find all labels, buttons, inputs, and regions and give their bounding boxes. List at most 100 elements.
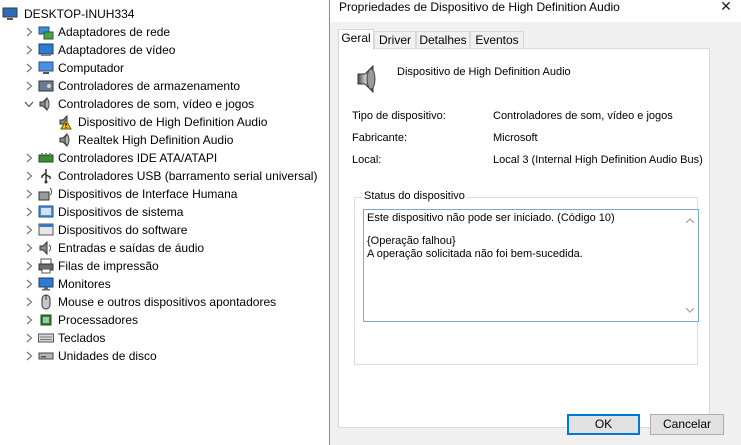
device-tree: DESKTOP-INUH334 Adaptadores de rede Adapt… [0,0,330,445]
tree-item-label: Controladores USB (barramento serial uni… [58,169,318,183]
warning-speaker-icon [58,114,74,130]
tree-item-label: Unidades de disco [58,349,157,363]
status-line: A operação solicitada não foi bem-sucedi… [367,248,583,260]
device-status-label: Status do dispositivo [362,190,467,202]
close-button[interactable]: ✕ [710,0,741,16]
tree-item[interactable]: Processadores [22,311,138,329]
chevron-right-icon[interactable] [22,257,36,275]
dialog-title: Propriedades de Dispositivo de High Defi… [339,0,620,14]
chevron-right-icon[interactable] [22,239,36,257]
tree-item-label: Dispositivos de Interface Humana [58,187,238,201]
tree-item[interactable]: Teclados [22,329,105,347]
manufacturer-label: Fabricante: [352,132,408,144]
dialog-titlebar[interactable]: Propriedades de Dispositivo de High Defi… [330,0,741,22]
status-line: Este dispositivo não pode ser iniciado. … [367,212,615,224]
tree-item[interactable]: Controladores USB (barramento serial uni… [22,167,317,185]
processor-icon [38,312,54,328]
chevron-right-icon[interactable] [22,311,36,329]
tree-item-label: Entradas e saídas de áudio [58,241,205,255]
close-icon: ✕ [720,0,732,14]
chevron-right-icon[interactable] [22,293,36,311]
tree-item-label: Teclados [58,331,106,345]
computer-icon [38,60,54,76]
chevron-down-icon[interactable] [22,95,36,113]
chevron-right-icon[interactable] [22,329,36,347]
chevron-right-icon[interactable] [22,185,36,203]
tree-item-label: Mouse e outros dispositivos apontadores [58,295,277,309]
keyboard-icon [38,330,54,346]
tree-item-label: Adaptadores de vídeo [58,43,176,57]
tree-item[interactable]: Computador [22,59,124,77]
display-adapter-icon [38,42,54,58]
tree-item[interactable]: Entradas e saídas de áudio [22,239,204,257]
device-status-textbox[interactable]: Este dispositivo não pode ser iniciado. … [363,209,699,322]
tree-item[interactable]: Filas de impressão [22,257,159,275]
tree-item[interactable]: Adaptadores de rede [22,23,170,41]
tab-driver[interactable]: Driver [374,31,416,49]
scroll-up-icon[interactable] [685,214,695,227]
tree-item-label: Controladores de som, vídeo e jogos [58,97,255,111]
device-name: Dispositivo de High Definition Audio [397,66,571,78]
chevron-right-icon[interactable] [22,149,36,167]
tree-item-label: Monitores [58,277,111,291]
usb-icon [38,168,54,184]
tree-item-label: Adaptadores de rede [58,25,171,39]
location-label: Local: [352,154,382,166]
tree-item[interactable]: Mouse e outros dispositivos apontadores [22,293,276,311]
chevron-right-icon[interactable] [22,59,36,77]
disk-drive-icon [38,348,54,364]
network-adapter-icon [38,24,54,40]
chevron-right-icon[interactable] [22,347,36,365]
tree-root-label: DESKTOP-INUH334 [24,7,135,21]
tree-item[interactable]: Dispositivos de Interface Humana [22,185,237,203]
status-scrollbar[interactable] [682,210,698,321]
monitor-icon [38,276,54,292]
device-type-value: Controladores de som, vídeo e jogos [493,110,673,122]
tree-item[interactable]: Controladores IDE ATA/ATAPI [22,149,217,167]
tree-item[interactable]: Unidades de disco [22,347,157,365]
tree-item-label: Computador [58,61,125,75]
tree-item-label: Processadores [58,313,139,327]
scroll-down-icon[interactable] [685,304,695,317]
hid-icon [38,186,54,202]
speaker-icon [355,63,383,95]
chevron-right-icon[interactable] [22,221,36,239]
tab-eventos[interactable]: Eventos [470,31,524,49]
tree-item[interactable]: Controladores de armazenamento [22,77,240,95]
storage-controller-icon [38,78,54,94]
mouse-icon [38,294,54,310]
chevron-right-icon[interactable] [22,23,36,41]
chevron-right-icon[interactable] [22,275,36,293]
software-device-icon [38,222,54,238]
device-type-label: Tipo de dispositivo: [352,110,446,122]
tree-item[interactable]: Adaptadores de vídeo [22,41,175,59]
general-tab-panel: Dispositivo de High Definition Audio Tip… [338,48,710,428]
chevron-right-icon[interactable] [22,167,36,185]
chevron-right-icon[interactable] [22,41,36,59]
tree-item[interactable]: Monitores [22,275,111,293]
ok-button[interactable]: OK [567,414,640,435]
tree-item[interactable]: Controladores de som, vídeo e jogos [22,95,254,113]
tree-item[interactable]: Dispositivos do software [22,221,187,239]
tree-child-label: Dispositivo de High Definition Audio [78,115,268,129]
chevron-right-icon[interactable] [22,203,36,221]
printer-icon [38,258,54,274]
tree-child-item[interactable]: Dispositivo de High Definition Audio [58,113,267,131]
speaker-icon [58,132,74,148]
cancel-button[interactable]: Cancelar [650,414,724,435]
location-value: Local 3 (Internal High Definition Audio … [493,154,703,166]
tree-item[interactable]: Dispositivos de sistema [22,203,183,221]
properties-dialog: Propriedades de Dispositivo de High Defi… [329,0,741,445]
speaker-icon [38,96,54,112]
status-line [367,225,695,235]
chevron-right-icon[interactable] [22,77,36,95]
tree-root[interactable]: DESKTOP-INUH334 [2,5,134,23]
tree-item-label: Controladores IDE ATA/ATAPI [58,151,218,165]
tab-detalhes[interactable]: Detalhes [416,31,470,49]
tree-child-item[interactable]: Realtek High Definition Audio [58,131,233,149]
tree-item-label: Controladores de armazenamento [58,79,241,93]
device-status-group: Status do dispositivo Este dispositivo n… [354,190,699,365]
tab-geral[interactable]: Geral [338,29,374,50]
computer-icon [2,6,18,22]
manufacturer-value: Microsoft [493,132,538,144]
